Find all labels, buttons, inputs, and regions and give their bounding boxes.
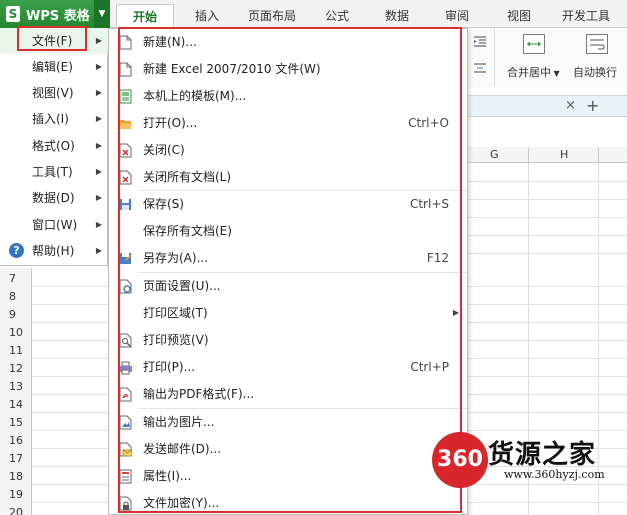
- ribbon-tab-bar: S WPS 表格 ▼ 开始 插入 页面布局 公式 数据 审阅 视图 开发工具: [0, 0, 627, 28]
- chevron-down-icon[interactable]: ▼: [94, 0, 110, 28]
- column-divider: [598, 147, 599, 163]
- wrap-text-button[interactable]: 自动换行: [573, 64, 617, 80]
- document-tab-bar: × +: [462, 95, 627, 117]
- app-main-menu: 文件(F) ▶ 编辑(E) ▶ 视图(V) ▶ 插入(I) ▶ 格式(O) ▶ …: [0, 28, 108, 266]
- chevron-right-icon: ▶: [95, 114, 102, 123]
- app-title: WPS 表格: [26, 8, 90, 24]
- tab-page-layout[interactable]: 页面布局: [240, 4, 304, 28]
- row-header[interactable]: 16: [0, 432, 32, 450]
- watermark-url: www.360hyzj.com: [504, 468, 605, 481]
- merge-center-icon[interactable]: [523, 34, 545, 54]
- wps-spreadsheet-window: S WPS 表格 ▼ 开始 插入 页面布局 公式 数据 审阅 视图 开发工具 合…: [0, 0, 627, 515]
- chevron-right-icon: ▶: [95, 62, 102, 71]
- row-header[interactable]: 20: [0, 504, 32, 515]
- indent-icon[interactable]: [474, 36, 486, 48]
- row-header[interactable]: 19: [0, 486, 32, 504]
- column-divider: [528, 147, 529, 163]
- menu-item-insert[interactable]: 插入(I) ▶: [0, 106, 108, 132]
- row-header[interactable]: 9: [0, 306, 32, 324]
- chevron-right-icon: ▶: [95, 193, 102, 202]
- column-header-row: G H: [462, 147, 627, 163]
- row-header[interactable]: 18: [0, 468, 32, 486]
- tab-view[interactable]: 视图: [492, 4, 546, 28]
- watermark-badge: 360: [432, 432, 488, 488]
- chevron-right-icon: ▶: [95, 246, 102, 255]
- ribbon-panel: 合并居中 ▼ 自动换行: [462, 28, 627, 88]
- menu-item-tools[interactable]: 工具(T) ▶: [0, 159, 108, 185]
- tab-formulas[interactable]: 公式: [310, 4, 364, 28]
- menu-item-label: 插入(I): [32, 112, 69, 126]
- menu-item-format[interactable]: 格式(O) ▶: [0, 133, 108, 159]
- merge-center-label: 合并居中: [507, 66, 551, 79]
- close-icon[interactable]: ×: [565, 98, 576, 113]
- chevron-right-icon: ▶: [95, 167, 102, 176]
- menu-item-label: 格式(O): [32, 139, 75, 153]
- highlight-box-file-menu: [17, 26, 87, 51]
- chevron-right-icon: ▶: [95, 88, 102, 97]
- watermark-title: 货源之家: [488, 440, 597, 470]
- wrap-text-icon[interactable]: [586, 34, 608, 54]
- row-header[interactable]: 7: [0, 270, 32, 288]
- menu-item-window[interactable]: 窗口(W) ▶: [0, 212, 108, 238]
- tab-developer[interactable]: 开发工具: [555, 4, 617, 28]
- chevron-down-icon[interactable]: ▼: [551, 69, 560, 78]
- distribute-icon[interactable]: [474, 62, 486, 74]
- menu-item-view[interactable]: 视图(V) ▶: [0, 80, 108, 106]
- menu-item-label: 窗口(W): [32, 218, 78, 232]
- menu-item-label: 视图(V): [32, 86, 74, 100]
- menu-item-label: 帮助(H): [32, 244, 75, 258]
- wps-app-menu-button[interactable]: S WPS 表格 ▼: [0, 0, 110, 28]
- column-header-h[interactable]: H: [560, 148, 568, 161]
- tab-data[interactable]: 数据: [370, 4, 424, 28]
- row-header[interactable]: 11: [0, 342, 32, 360]
- chevron-right-icon: ▶: [95, 220, 102, 229]
- tab-home[interactable]: 开始: [116, 4, 174, 28]
- menu-item-help[interactable]: ? 帮助(H) ▶: [0, 238, 108, 264]
- row-header[interactable]: 15: [0, 414, 32, 432]
- chevron-right-icon: ▶: [95, 141, 102, 150]
- row-header[interactable]: 8: [0, 288, 32, 306]
- highlight-box-submenu: [118, 27, 462, 513]
- chevron-right-icon: ▶: [95, 36, 102, 45]
- row-header[interactable]: 17: [0, 450, 32, 468]
- ribbon-divider: [494, 28, 495, 86]
- row-header[interactable]: 10: [0, 324, 32, 342]
- menu-item-data[interactable]: 数据(D) ▶: [0, 185, 108, 211]
- menu-item-label: 工具(T): [32, 165, 73, 179]
- menu-item-label: 编辑(E): [32, 60, 73, 74]
- tab-review[interactable]: 审阅: [430, 4, 484, 28]
- add-tab-icon[interactable]: +: [586, 96, 599, 115]
- menu-item-edit[interactable]: 编辑(E) ▶: [0, 54, 108, 80]
- row-header[interactable]: 13: [0, 378, 32, 396]
- tab-insert[interactable]: 插入: [180, 4, 234, 28]
- row-header[interactable]: 14: [0, 396, 32, 414]
- menu-item-label: 数据(D): [32, 191, 75, 205]
- watermark: 360 货源之家 www.360hyzj.com: [430, 430, 627, 515]
- help-icon: ?: [9, 243, 24, 258]
- row-header[interactable]: 12: [0, 360, 32, 378]
- wps-logo-icon: S: [6, 6, 20, 22]
- column-header-g[interactable]: G: [490, 148, 499, 161]
- merge-center-button[interactable]: 合并居中 ▼: [507, 64, 560, 80]
